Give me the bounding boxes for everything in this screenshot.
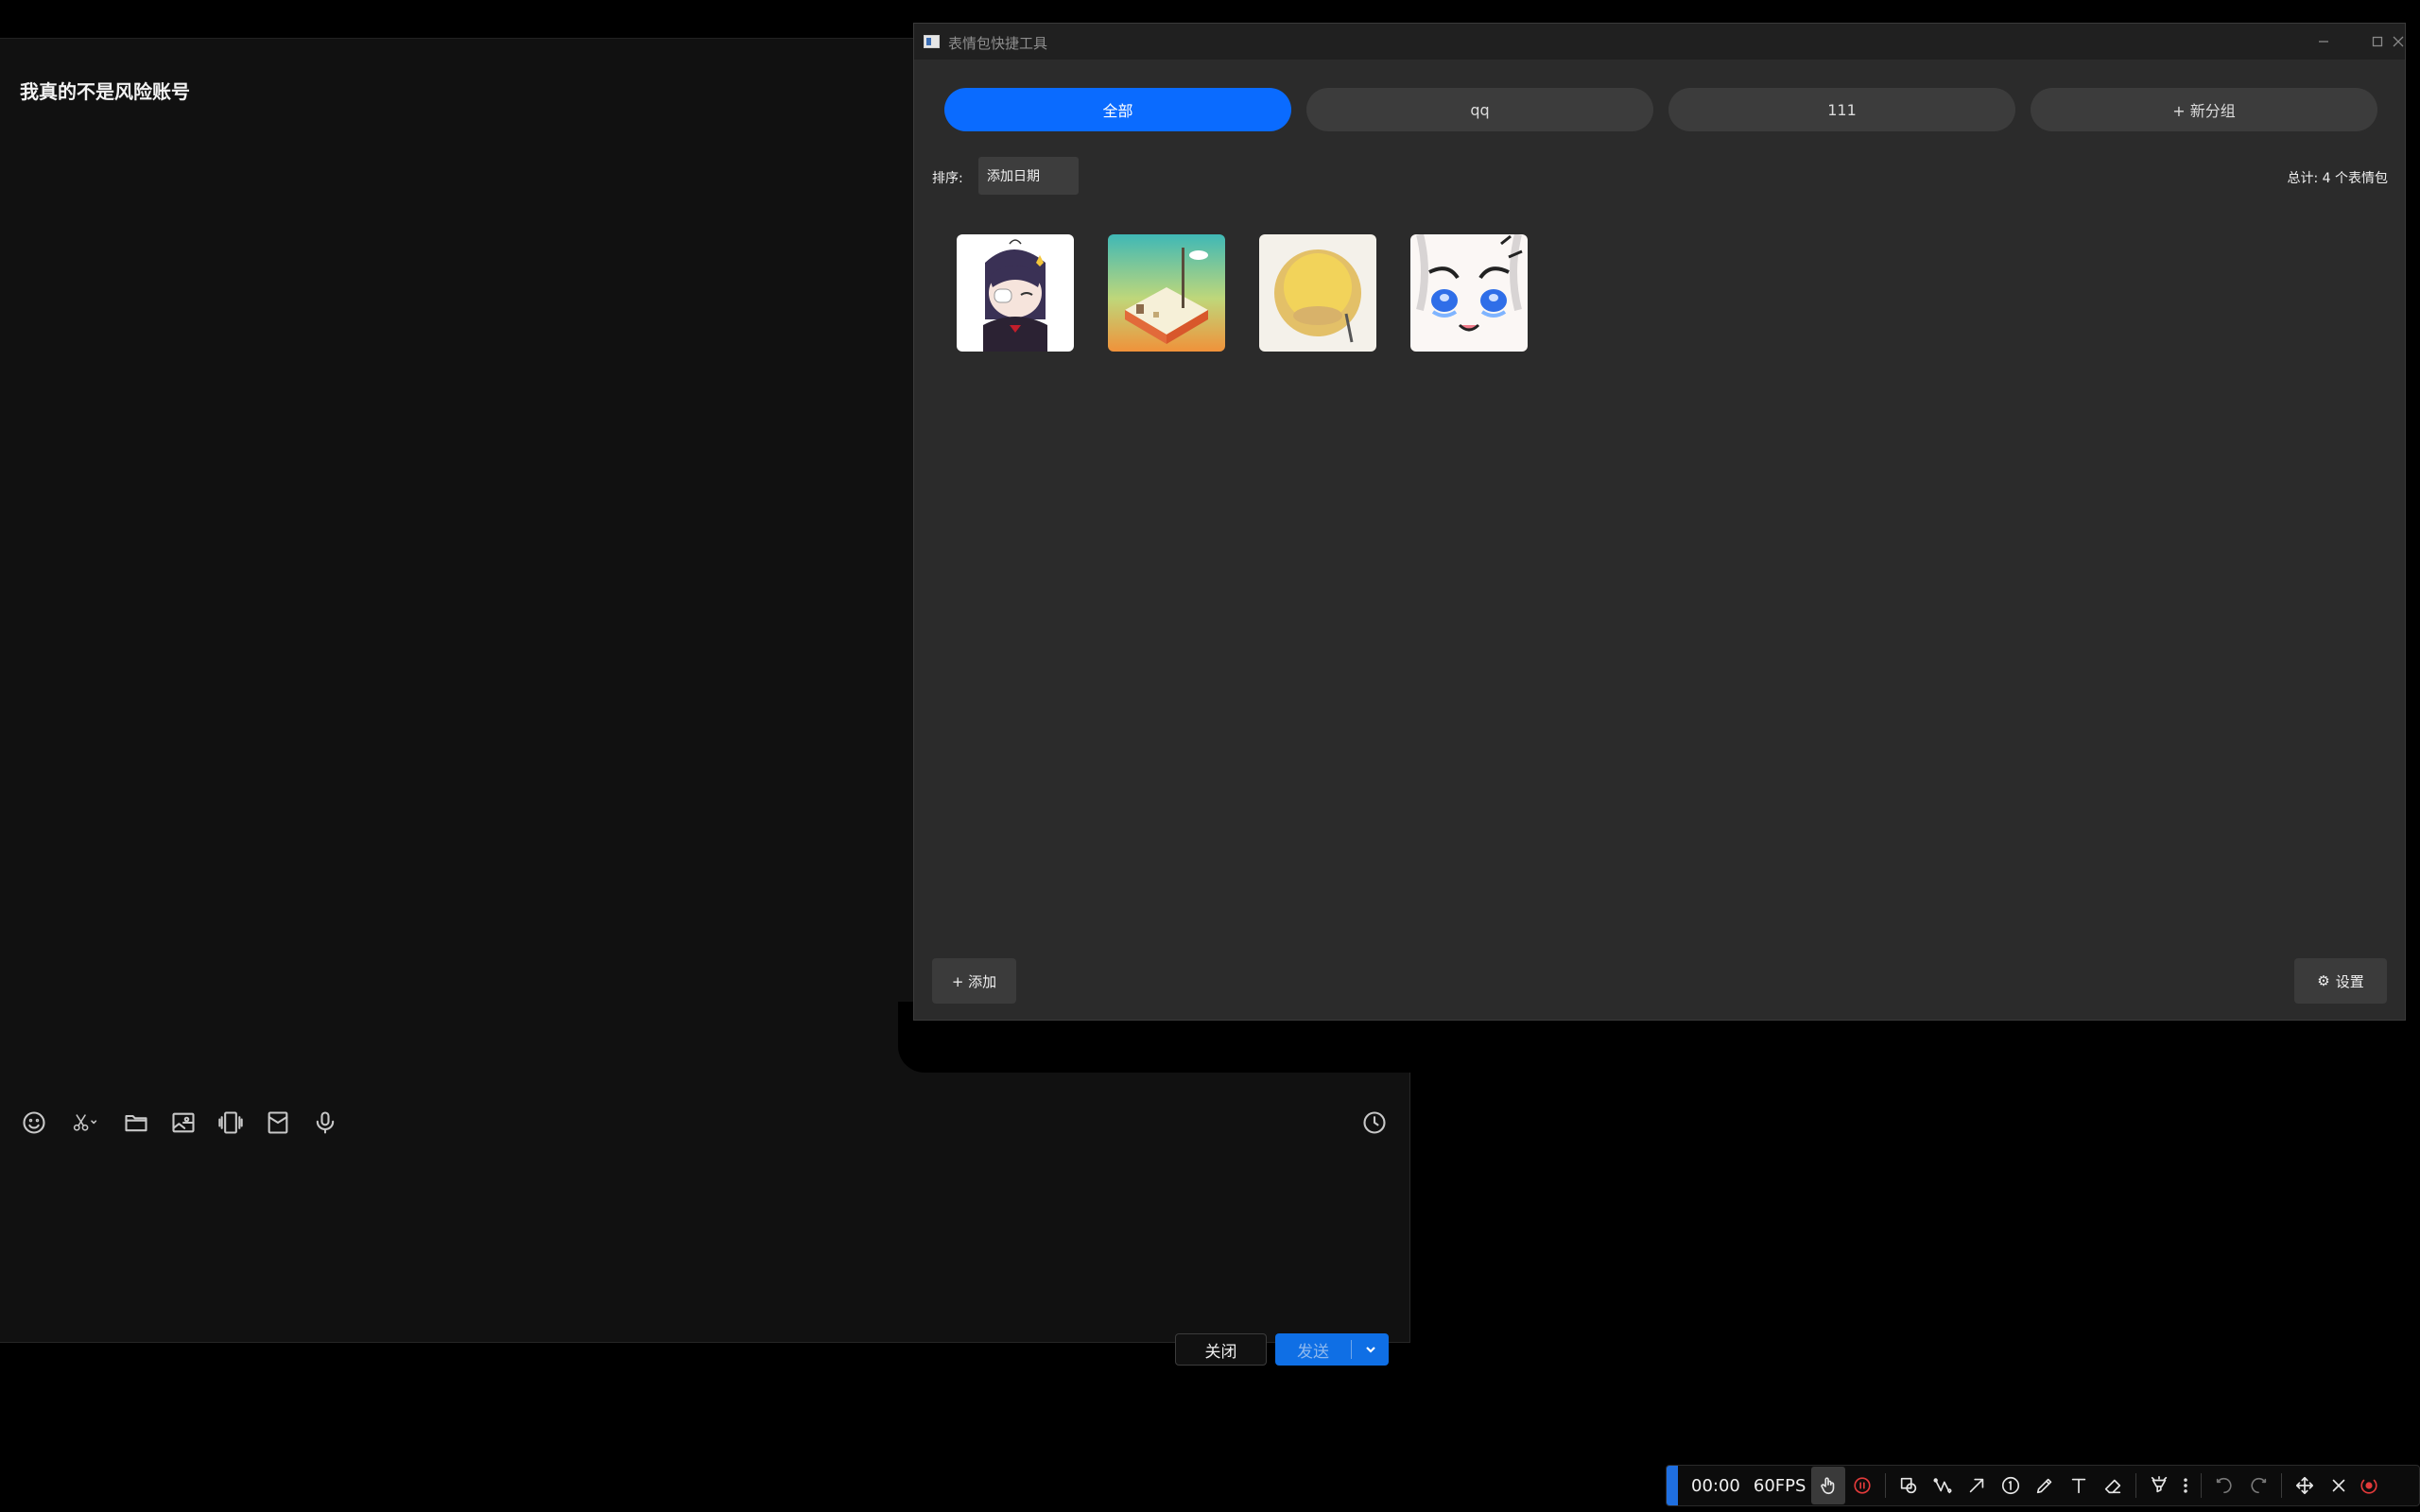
minimize-button[interactable]	[2297, 24, 2350, 60]
recording-fps: 60FPS	[1753, 1475, 1806, 1496]
close-icon	[2393, 36, 2404, 47]
settings-button[interactable]: ⚙ 设置	[2294, 958, 2387, 1004]
chat-toolbar	[15, 1104, 354, 1142]
undo-icon	[2217, 1477, 2233, 1494]
recorder-drag-handle[interactable]	[1667, 1466, 1678, 1505]
highlighter-tool-button[interactable]	[2142, 1467, 2176, 1504]
gift-box-icon	[268, 1111, 288, 1134]
stop-recording-button[interactable]	[2356, 1467, 2382, 1504]
highlighter-icon	[2152, 1476, 2168, 1493]
tab-qq[interactable]: qq	[1306, 88, 1653, 131]
undo-button[interactable]	[2207, 1467, 2241, 1504]
move-button[interactable]	[2288, 1467, 2322, 1504]
shape-tool-button[interactable]	[1892, 1467, 1926, 1504]
pencil-icon	[2037, 1478, 2052, 1494]
recorder-toolbar: 00:00 60FPS	[1666, 1465, 2420, 1506]
close-button[interactable]: 关闭	[1175, 1333, 1267, 1366]
voice-button[interactable]	[306, 1104, 344, 1142]
sort-select[interactable]: 添加日期	[978, 157, 1079, 195]
total-count: 总计: 4 个表情包	[2287, 171, 2388, 186]
recording-time: 00:00	[1691, 1475, 1740, 1496]
close-recorder-button[interactable]	[2322, 1467, 2356, 1504]
divider	[2201, 1473, 2203, 1498]
pen-tool-button[interactable]	[2028, 1467, 2062, 1504]
redo-button[interactable]	[2241, 1467, 2275, 1504]
pause-icon	[1854, 1477, 1872, 1494]
arrow-icon	[1970, 1478, 1984, 1493]
add-sticker-button[interactable]: + 添加	[932, 958, 1016, 1004]
more-options-button[interactable]	[2176, 1467, 2195, 1504]
eraser-icon	[2105, 1479, 2121, 1494]
arrow-tool-button[interactable]	[1960, 1467, 1994, 1504]
chevron-down-icon	[1365, 1347, 1375, 1353]
pause-button[interactable]	[1845, 1467, 1879, 1504]
polyline-tool-button[interactable]	[1926, 1467, 1960, 1504]
scissors-icon	[73, 1114, 97, 1131]
red-packet-button[interactable]	[259, 1104, 297, 1142]
emoji-tool-window: 表情包快捷工具 全部 qq 111 + 新分组 排序: 添加日期 总计: 4 个…	[913, 23, 2406, 1021]
send-button[interactable]: 发送	[1275, 1333, 1389, 1366]
sticker-item[interactable]	[957, 234, 1074, 352]
window-title: 表情包快捷工具	[948, 35, 1048, 52]
app-icon	[924, 35, 940, 48]
microphone-icon	[316, 1111, 335, 1134]
settings-label: 设置	[2335, 972, 2364, 990]
tab-all[interactable]: 全部	[944, 88, 1291, 131]
polyline-icon	[1933, 1478, 1952, 1494]
sticker-item[interactable]	[1410, 234, 1528, 352]
screenshot-button[interactable]	[62, 1104, 108, 1142]
sticker-item[interactable]	[1259, 234, 1376, 352]
send-label[interactable]: 发送	[1275, 1338, 1351, 1362]
yellow-emoji-sticker	[1259, 234, 1376, 352]
sticker-grid	[957, 234, 1562, 352]
close-window-button[interactable]	[2379, 24, 2417, 60]
divider	[2281, 1473, 2283, 1498]
title-bar[interactable]: 表情包快捷工具	[914, 24, 2405, 60]
record-stop-icon	[2360, 1479, 2378, 1494]
image-icon	[172, 1112, 195, 1133]
text-tool-button[interactable]	[2062, 1467, 2096, 1504]
move-icon	[2296, 1476, 2314, 1495]
close-icon	[2333, 1479, 2345, 1492]
minimize-icon	[2319, 41, 2328, 43]
text-icon	[2072, 1478, 2086, 1494]
cursor-tool-button[interactable]	[1811, 1467, 1846, 1504]
gear-icon: ⚙	[2317, 972, 2330, 989]
emoji-icon	[23, 1111, 45, 1134]
shake-icon	[218, 1111, 243, 1134]
hand-pointer-icon	[1821, 1477, 1835, 1495]
image-button[interactable]	[164, 1104, 202, 1142]
history-button[interactable]	[1356, 1104, 1393, 1142]
tab-111[interactable]: 111	[1668, 88, 2015, 131]
number-tool-button[interactable]	[1994, 1467, 2028, 1504]
more-vertical-icon	[2184, 1478, 2188, 1493]
clock-icon	[1363, 1111, 1386, 1134]
pixel-scene-sticker	[1108, 234, 1225, 352]
sort-label: 排序:	[932, 171, 963, 186]
send-options-button[interactable]	[1352, 1342, 1389, 1357]
shapes-icon	[1901, 1477, 1917, 1494]
folder-icon	[125, 1114, 147, 1132]
tab-new-group[interactable]: + 新分组	[2031, 88, 2377, 131]
shake-button[interactable]	[212, 1104, 250, 1142]
emoji-button[interactable]	[15, 1104, 53, 1142]
anime-girl-sticker	[957, 234, 1074, 352]
sticker-item[interactable]	[1108, 234, 1225, 352]
file-button[interactable]	[117, 1104, 155, 1142]
eraser-tool-button[interactable]	[2096, 1467, 2130, 1504]
numbered-circle-icon	[2002, 1476, 2020, 1495]
crying-girl-sticker	[1410, 234, 1528, 352]
divider	[1885, 1473, 1887, 1498]
redo-icon	[2251, 1477, 2267, 1494]
group-tabs: 全部 qq 111 + 新分组	[944, 88, 2393, 131]
divider	[2135, 1473, 2137, 1498]
chat-title: 我真的不是风险账号	[20, 80, 190, 103]
